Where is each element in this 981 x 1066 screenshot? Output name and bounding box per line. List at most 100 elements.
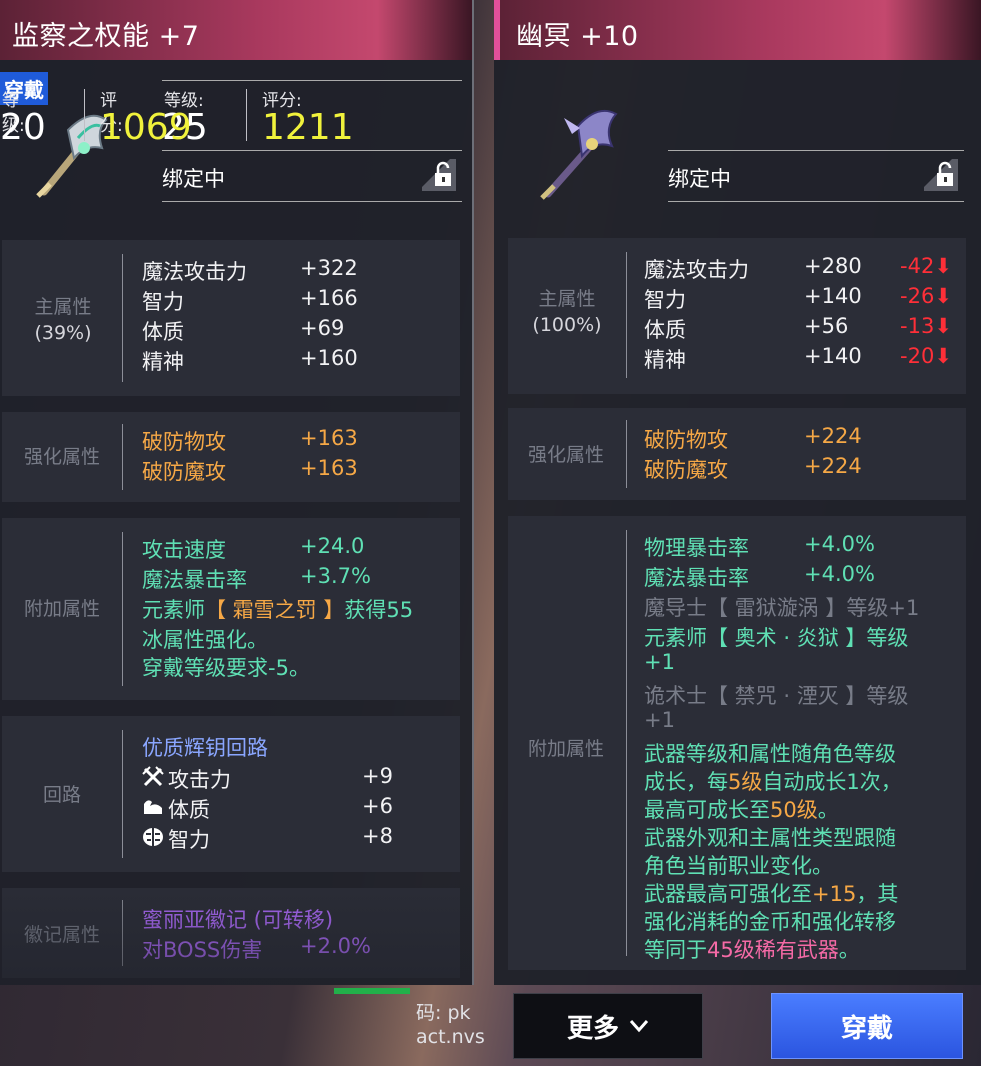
enhance-attributes-block: 强化属性 破防物攻 +224 破防魔攻 +224 <box>508 408 966 500</box>
main-attributes-block: 主属性 (100%) 魔法攻击力 +280 -42⬇ 智力 +140 -26⬇ … <box>508 238 966 394</box>
item-title: 监察之权能 +7 <box>12 21 200 52</box>
extra-attributes-block: 附加属性 攻击速度 +24.0 魔法暴击率 +3.7% 元素师【 霜雪之罚 】获… <box>2 518 460 700</box>
level-value: 20 <box>0 107 46 148</box>
skill-bonus-line: +1 <box>644 650 675 674</box>
crossed-swords-icon <box>142 766 164 787</box>
attr-value: +322 <box>300 256 358 280</box>
enhance-name: 破防魔攻 <box>142 460 226 484</box>
circuit-label: 回路 <box>42 784 81 806</box>
attr-diff: -13⬇ <box>900 314 952 338</box>
attr-value: +140 <box>804 284 862 308</box>
bind-status: 绑定中 <box>162 167 225 191</box>
emblem-name: 蜜丽亚徽记 (可转移) <box>142 908 334 932</box>
description-line: 武器等级和属性随角色等级 <box>644 742 896 766</box>
extra-attributes-label: 附加属性 <box>23 598 100 620</box>
header-divider <box>246 89 247 141</box>
extra-value: +3.7% <box>300 564 371 588</box>
attr-name: 精神 <box>644 348 686 372</box>
down-arrow-icon: ⬇ <box>934 254 952 278</box>
attr-value: +140 <box>804 344 862 368</box>
extra-attributes-block: 附加属性 物理暴击率 +4.0% 魔法暴击率 +4.0% 魔导士【 雷狱漩涡 】… <box>508 516 966 970</box>
overlay-text: 码: pk <box>416 1002 471 1024</box>
enhance-name: 破防魔攻 <box>644 458 728 482</box>
attr-value: +69 <box>300 316 345 340</box>
circuit-name: 优质辉钥回路 <box>142 736 268 760</box>
skill-bonus-line-inactive: 魔导士【 雷狱漩涡 】等级+1 <box>644 596 920 620</box>
skill-bonus-line-inactive: 诡术士【 禁咒 · 湮灭 】等级 <box>644 684 909 708</box>
brain-icon <box>143 828 163 846</box>
attr-value: +280 <box>804 254 862 278</box>
enhance-value: +224 <box>804 454 862 478</box>
circuit-attr-value: +6 <box>362 794 393 818</box>
item-title: 幽冥 +10 <box>516 21 639 52</box>
circuit-attr-value: +8 <box>362 824 393 848</box>
unlock-icon[interactable] <box>924 159 958 191</box>
bind-status-row: 绑定中 <box>162 150 462 202</box>
item-title-bar: 幽冥 +10 <box>494 0 981 60</box>
extra-name: 魔法暴击率 <box>142 568 247 592</box>
main-attributes-label: 主属性 (39%) <box>34 296 92 344</box>
level-requirement-line: 穿戴等级要求-5。 <box>142 656 310 680</box>
down-arrow-icon: ⬇ <box>934 314 952 338</box>
bind-status-row: 绑定中 <box>668 150 964 202</box>
main-attributes-block: 主属性 (39%) 魔法攻击力 +322 智力 +166 体质 +69 精神 +… <box>2 240 460 396</box>
attr-diff: -42⬇ <box>900 254 952 278</box>
enhance-value: +163 <box>300 456 358 480</box>
attr-name: 魔法攻击力 <box>644 258 749 282</box>
staff-weapon-icon <box>540 110 618 200</box>
emblem-attr-name: 对BOSS伤害 <box>142 938 263 962</box>
enhance-attributes-label: 强化属性 <box>527 444 604 466</box>
description-line: 等同于45级稀有武器。 <box>644 938 860 962</box>
description-line: 强化消耗的金币和强化转移 <box>644 910 896 934</box>
attr-value: +166 <box>300 286 358 310</box>
description-line: 武器外观和主属性类型跟随 <box>644 826 896 850</box>
description-line: 最高可成长至50级。 <box>644 798 839 822</box>
main-attributes-label: 主属性 (100%) <box>532 288 602 336</box>
attr-diff: -20⬇ <box>900 344 952 368</box>
skill-bonus-line-inactive: +1 <box>644 708 675 732</box>
enhance-value: +163 <box>300 426 358 450</box>
extra-name: 物理暴击率 <box>644 536 749 560</box>
attr-diff: -26⬇ <box>900 284 952 308</box>
current-item-panel: 监察之权能 +7 穿戴 等级: 25 评分: 1211 绑定中 主属性 (39%… <box>0 0 474 985</box>
chevron-down-icon <box>629 1020 649 1033</box>
extra-name: 魔法暴击率 <box>644 566 749 590</box>
enhance-name: 破防物攻 <box>644 428 728 452</box>
skill-bonus-line: 元素师【 霜雪之罚 】获得55 <box>142 598 414 622</box>
emblem-block: 徽记属性 蜜丽亚徽记 (可转移) 对BOSS伤害 +2.0% <box>2 888 460 978</box>
description-line: 武器最高可强化至+15，其 <box>644 882 899 906</box>
description-line: 成长，每5级自动成长1次， <box>644 770 902 794</box>
enhance-attributes-block: 强化属性 破防物攻 +163 破防魔攻 +163 <box>2 412 460 502</box>
extra-attributes-label: 附加属性 <box>527 738 604 760</box>
item-title-bar: 监察之权能 +7 <box>0 0 472 60</box>
bind-status: 绑定中 <box>668 167 731 191</box>
attr-name: 精神 <box>142 350 184 374</box>
circuit-block: 回路 优质辉钥回路 攻击力 +9 体质 +6 智力 +8 <box>2 716 460 872</box>
emblem-attr-value: +2.0% <box>300 934 371 958</box>
unlock-icon[interactable] <box>422 159 456 191</box>
attr-value: +160 <box>300 346 358 370</box>
down-arrow-icon: ⬇ <box>934 344 952 368</box>
enhance-name: 破防物攻 <box>142 430 226 454</box>
more-button[interactable]: 更多 <box>513 993 703 1059</box>
level-score-header: 等级: 25 评分: 1211 <box>162 80 462 151</box>
overlay-text: act.nvs <box>416 1026 485 1048</box>
skill-bonus-line: 冰属性强化。 <box>142 628 268 652</box>
emblem-label: 徽记属性 <box>23 924 100 946</box>
extra-value: +4.0% <box>804 532 875 556</box>
circuit-attr-name: 体质 <box>168 798 210 822</box>
wear-button[interactable]: 穿戴 <box>771 993 963 1059</box>
attr-name: 智力 <box>142 290 184 314</box>
skill-bonus-line: 元素师【 奥术 · 炎狱 】等级 <box>644 626 909 650</box>
header-divider <box>84 89 85 141</box>
extra-name: 攻击速度 <box>142 538 226 562</box>
score-value: 1211 <box>262 107 354 148</box>
enhance-value: +224 <box>804 424 862 448</box>
attr-name: 魔法攻击力 <box>142 260 247 284</box>
flexed-arm-icon <box>144 800 162 814</box>
circuit-attr-name: 攻击力 <box>168 768 231 792</box>
attr-name: 体质 <box>644 318 686 342</box>
score-value: 1069 <box>100 107 192 148</box>
down-arrow-icon: ⬇ <box>934 284 952 308</box>
circuit-attr-name: 智力 <box>168 828 210 852</box>
